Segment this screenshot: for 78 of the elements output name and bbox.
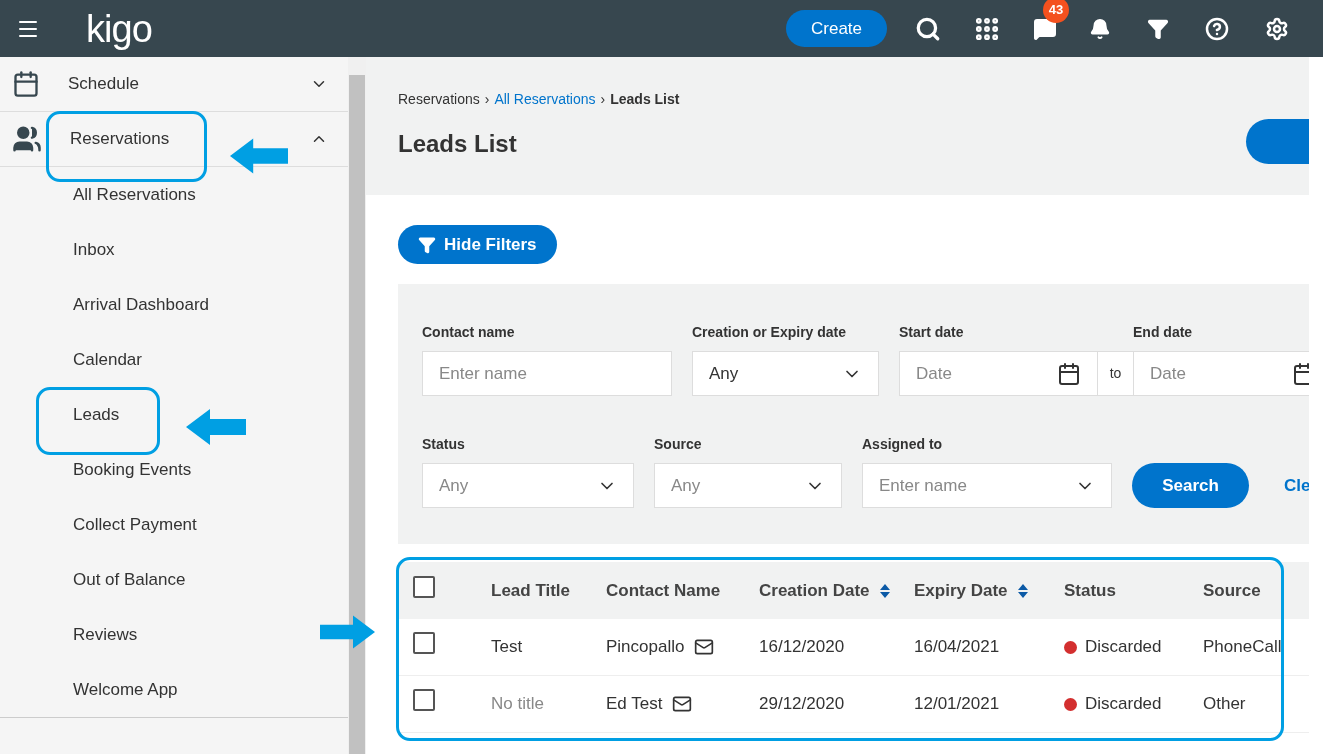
sort-icon — [1017, 583, 1028, 598]
sidebar-subitem[interactable]: Welcome App — [73, 676, 178, 703]
table-cell-text: PhoneCall — [1203, 636, 1283, 659]
page-title: Leads List — [398, 129, 517, 159]
bell-icon[interactable] — [1089, 17, 1111, 40]
sidebar-subitem[interactable]: Arrival Dashboard — [73, 291, 210, 318]
sidebar-subitem[interactable]: Reviews — [73, 621, 138, 648]
breadcrumb-separator: › — [484, 90, 490, 109]
column-header[interactable]: Expiry Date — [914, 577, 1064, 604]
checkbox[interactable] — [413, 575, 435, 598]
mail-icon[interactable] — [694, 637, 715, 657]
sidebar-subitem[interactable]: Calendar — [73, 346, 142, 373]
calendar-icon — [1057, 361, 1081, 386]
help-icon[interactable] — [1205, 16, 1229, 41]
table-cell-text: Discarded — [1085, 693, 1162, 716]
table-cell-text: 12/01/2021 — [914, 693, 1001, 716]
column-header: Status — [1064, 579, 1117, 602]
table-cell-text: 16/12/2020 — [759, 636, 846, 659]
field-label: End date — [1133, 323, 1194, 342]
arrow-icon — [320, 613, 375, 651]
table-cell-text: Other — [1203, 693, 1247, 716]
logo[interactable]: kigo — [86, 9, 152, 48]
breadcrumb-text: Leads List — [610, 90, 680, 109]
table-cell-text: Ed Test — [606, 693, 663, 716]
dropdown[interactable]: Any — [654, 463, 842, 508]
sidebar-subitem[interactable]: All Reservations — [73, 181, 196, 208]
checkbox[interactable] — [413, 632, 435, 655]
sidebar-subitem[interactable]: Booking Events — [73, 456, 192, 483]
table-cell-text: 16/04/2021 — [914, 636, 1001, 659]
breadcrumb-link[interactable]: All Reservations — [494, 89, 596, 110]
breadcrumb-separator: › — [600, 90, 606, 109]
sidebar-subitem[interactable]: Out of Balance — [73, 566, 186, 593]
dropdown[interactable]: Any — [692, 351, 879, 396]
to-label: to — [1098, 351, 1133, 396]
checkbox[interactable] — [413, 689, 435, 712]
date-field[interactable]: Date — [899, 351, 1098, 396]
column-header[interactable]: Creation Date — [759, 577, 914, 604]
table-cell-text: 29/12/2020 — [759, 693, 846, 716]
field-label: Source — [654, 435, 703, 454]
column-header: Lead Title — [491, 579, 572, 602]
notification-badge: 43 — [1043, 0, 1069, 23]
input-field[interactable]: Enter name — [422, 351, 672, 396]
table-cell-text: No title — [491, 693, 545, 716]
hide-filters-button[interactable]: Hide Filters — [398, 225, 557, 264]
search-icon[interactable] — [915, 15, 941, 42]
sidebar-subitem[interactable]: Leads — [73, 401, 120, 428]
arrow-icon — [186, 408, 246, 446]
filter-icon[interactable] — [1147, 17, 1169, 40]
sort-icon — [879, 583, 890, 598]
date-field[interactable]: Date — [1133, 351, 1309, 396]
field-label: Assigned to — [862, 435, 944, 454]
table-cell-text: Test — [491, 636, 524, 659]
filter-icon — [418, 235, 436, 254]
mail-icon[interactable] — [672, 694, 693, 714]
breadcrumb-text: Reservations — [398, 90, 480, 109]
column-header: Contact Name — [606, 579, 722, 602]
create-button[interactable]: Create — [786, 10, 887, 47]
chat-icon[interactable] — [1033, 16, 1057, 41]
dropdown[interactable]: Any — [422, 463, 634, 508]
search-button[interactable]: Search — [1132, 463, 1249, 508]
clear-link[interactable]: Cle — [1284, 463, 1309, 508]
scrollbar[interactable] — [348, 57, 366, 754]
table-cell-text: Pincopallo — [606, 636, 685, 659]
dropdown[interactable]: Enter name — [862, 463, 1112, 508]
sidebar-subitem[interactable]: Inbox — [73, 236, 115, 263]
field-label: Creation or Expiry date — [692, 323, 848, 342]
sidebar-item[interactable]: Schedule — [0, 57, 348, 112]
calendar-icon — [12, 70, 40, 98]
sidebar-subitem[interactable]: Collect Payment — [73, 511, 197, 538]
calendar-icon — [1292, 361, 1309, 386]
column-header: Source — [1203, 579, 1262, 602]
field-label: Contact name — [422, 323, 516, 342]
arrow-icon — [230, 138, 288, 174]
settings-icon[interactable] — [1265, 16, 1289, 41]
field-label: Status — [422, 435, 466, 454]
people-icon — [12, 124, 42, 154]
field-label: Start date — [899, 323, 965, 342]
table-cell-text: Discarded — [1085, 636, 1162, 659]
